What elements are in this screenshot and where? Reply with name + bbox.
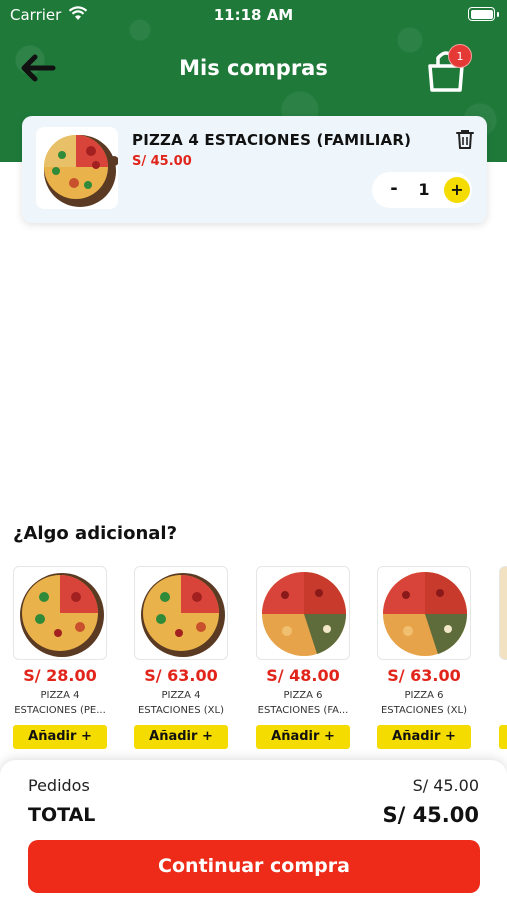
decrease-quantity-button[interactable]: - [384, 177, 404, 201]
extra-product-card[interactable]: S/ 48.00 PIZZA 6 ESTACIONES (FA... Añadi… [243, 564, 353, 754]
extra-product-price: S/ 63.00 [144, 666, 218, 685]
add-extra-button[interactable]: Añadir + [256, 725, 350, 749]
add-extra-button-partial[interactable] [499, 725, 507, 749]
extra-product-card[interactable]: S/ 28.00 PIZZA 4 ESTACIONES (PE... Añadi… [0, 564, 110, 754]
battery-icon [468, 7, 495, 21]
order-summary-panel: Pedidos S/ 45.00 TOTAL S/ 45.00 Continua… [0, 760, 507, 900]
extras-title: ¿Algo adicional? [13, 523, 178, 544]
pizza-thumbnail [36, 127, 118, 209]
extra-product-name: PIZZA 4 ESTACIONES (PE... [14, 690, 106, 716]
continue-purchase-button[interactable]: Continuar compra [28, 840, 480, 893]
cart-count-badge: 1 [448, 44, 472, 68]
status-bar: Carrier 11:18 AM [0, 0, 507, 30]
extra-product-name: PIZZA 6 ESTACIONES (FA... [257, 690, 349, 716]
battery-tip [497, 12, 499, 17]
status-time: 11:18 AM [213, 6, 294, 24]
increase-quantity-button[interactable]: + [444, 177, 470, 203]
add-extra-button[interactable]: Añadir + [13, 725, 107, 749]
extra-product-card-partial[interactable] [486, 564, 507, 754]
add-extra-button[interactable]: Añadir + [134, 725, 228, 749]
orders-label: Pedidos [28, 776, 90, 795]
add-extra-button[interactable]: Añadir + [377, 725, 471, 749]
trash-icon [456, 130, 474, 149]
total-label: TOTAL [28, 804, 96, 826]
extra-product-card[interactable]: S/ 63.00 PIZZA 6 ESTACIONES (XL) Añadir … [364, 564, 474, 754]
quantity-stepper: - 1 + [372, 172, 472, 208]
cart-item-price: S/ 45.00 [132, 154, 192, 169]
quantity-value: 1 [418, 180, 430, 199]
pizza-image [13, 566, 107, 660]
pizza-image [256, 566, 350, 660]
pizza-image [134, 566, 228, 660]
extra-product-name: PIZZA 6 ESTACIONES (XL) [380, 690, 467, 716]
cart-item-card: PIZZA 4 ESTACIONES (FAMILIAR) S/ 45.00 -… [22, 116, 487, 223]
extra-product-price: S/ 28.00 [23, 666, 97, 685]
extra-product-price: S/ 63.00 [387, 666, 461, 685]
extra-product-name: PIZZA 4 ESTACIONES (XL) [137, 690, 224, 716]
extras-carousel[interactable]: S/ 28.00 PIZZA 4 ESTACIONES (PE... Añadi… [0, 564, 507, 754]
pizza-image [377, 566, 471, 660]
pizza-image [499, 566, 507, 660]
total-value: S/ 45.00 [382, 803, 479, 827]
cart-item-name: PIZZA 4 ESTACIONES (FAMILIAR) [132, 131, 412, 149]
extra-product-card[interactable]: S/ 63.00 PIZZA 4 ESTACIONES (XL) Añadir … [121, 564, 231, 754]
extra-product-price: S/ 48.00 [266, 666, 340, 685]
orders-value: S/ 45.00 [412, 776, 479, 795]
delete-item-button[interactable] [456, 129, 474, 154]
